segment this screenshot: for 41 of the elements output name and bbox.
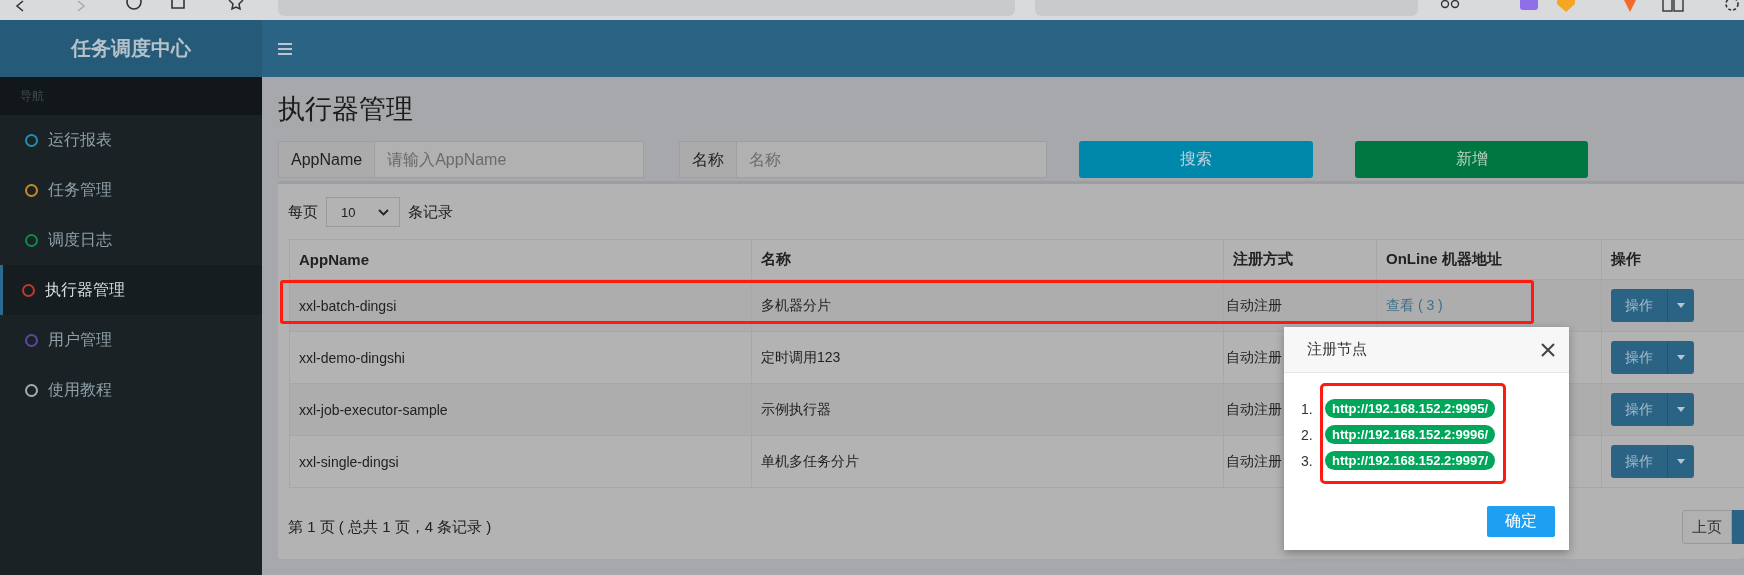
nav-item[interactable]: 使用教程 (0, 365, 262, 415)
caret-icon (1677, 459, 1685, 464)
column-header: AppName (298, 250, 370, 270)
close-icon[interactable] (1541, 342, 1555, 357)
table-cell-text: xxl-job-executor-sample (298, 400, 449, 420)
table-cell-text: xxl-single-dingsi (298, 452, 400, 472)
action-dropdown-button[interactable]: 操作 (1611, 289, 1694, 322)
address-badge: http://192.168.152.2:9997/ (1325, 451, 1496, 470)
action-dropdown-button[interactable]: 操作 (1611, 341, 1694, 374)
address-badge: http://192.168.152.2:9996/ (1325, 425, 1496, 444)
address-badge: http://192.168.152.2:9995/ (1325, 399, 1496, 418)
list-number: 3. (1301, 452, 1313, 469)
caret-icon (1677, 303, 1685, 308)
caret-icon (1677, 355, 1685, 360)
page-size-label: 条记录 (408, 202, 453, 222)
table-cell: 单机多任务分片 (751, 436, 1223, 487)
app-title: 任务调度中心 (71, 36, 191, 61)
settings-icon[interactable] (1722, 0, 1742, 14)
table-cell: 示例执行器 (751, 384, 1223, 435)
menu-icon[interactable] (278, 42, 292, 55)
nav-item[interactable]: 调度日志 (0, 215, 262, 265)
page-size-select[interactable]: 10 (326, 197, 400, 227)
table-cell-text: xxl-batch-dingsi (298, 296, 398, 316)
split-view-icon[interactable] (1662, 0, 1684, 14)
action-dropdown-button[interactable]: 操作 (1611, 393, 1694, 426)
nav-item[interactable]: 用户管理 (0, 315, 262, 365)
nav-item[interactable]: 任务管理 (0, 165, 262, 215)
nav-item[interactable]: 执行器管理 (0, 265, 262, 315)
dialog-title: 注册节点 (1307, 340, 1367, 359)
nav-item[interactable]: 运行报表 (0, 115, 262, 165)
pagination-info: 第 1 页 ( 总共 1 页，4 条记录 ) (288, 517, 492, 537)
caret-icon (1677, 407, 1685, 412)
table-cell: 多机器分片 (751, 280, 1223, 331)
previous-page-button[interactable]: 上页 (1682, 510, 1732, 544)
page-size-label: 每页 (288, 202, 318, 222)
page-title: 执行器管理 (278, 93, 414, 125)
add-button[interactable]: 新增 (1355, 141, 1588, 178)
list-number: 1. (1301, 400, 1313, 417)
action-dropdown-button[interactable]: 操作 (1611, 445, 1694, 478)
chevron-down-icon (378, 208, 389, 216)
table-cell-text: xxl-demo-dingshi (298, 348, 406, 368)
